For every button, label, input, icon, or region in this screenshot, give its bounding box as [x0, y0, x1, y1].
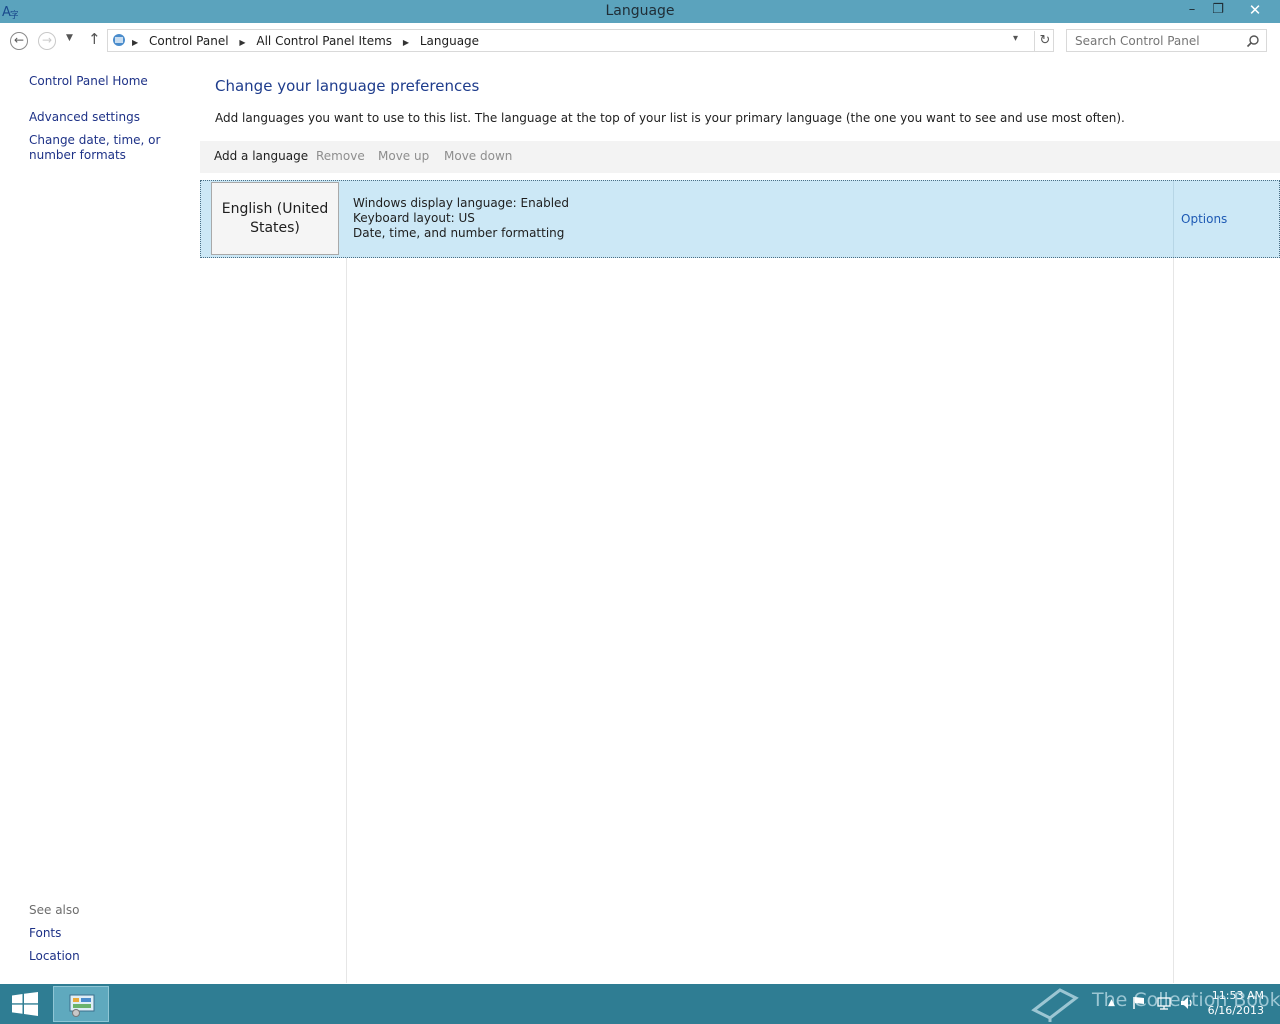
recent-locations-button[interactable]: ▼ [66, 33, 73, 43]
fonts-link[interactable]: Fonts [29, 926, 61, 941]
column-divider [346, 257, 347, 983]
clock-date: 6/16/2013 [1207, 1004, 1264, 1017]
book-watermark-icon [1031, 988, 1079, 1022]
breadcrumb-control-panel[interactable]: Control Panel [149, 34, 229, 48]
taskbar: The Collection Book ▲ 11:53 AM 6/16/2013 [0, 984, 1280, 1024]
minimize-button[interactable]: – [1180, 0, 1204, 21]
options-link[interactable]: Options [1181, 212, 1227, 226]
control-panel-icon [113, 34, 125, 46]
clock-time: 11:53 AM [1211, 989, 1264, 1002]
forward-button[interactable]: → [38, 32, 56, 50]
add-language-button[interactable]: Add a language [214, 149, 308, 163]
breadcrumb-all-items[interactable]: All Control Panel Items [256, 34, 392, 48]
page-description: Add languages you want to use to this li… [215, 111, 1125, 125]
remove-button[interactable]: Remove [316, 149, 365, 163]
change-date-formats-link[interactable]: Change date, time, or number formats [29, 133, 194, 163]
page-title: Change your language preferences [215, 77, 480, 95]
control-panel-home-link[interactable]: Control Panel Home [29, 74, 148, 89]
refresh-button[interactable]: ↻ [1034, 31, 1055, 51]
breadcrumb-language[interactable]: Language [420, 34, 479, 48]
breadcrumb-separator: ▶ [239, 38, 246, 47]
close-button[interactable]: ✕ [1232, 0, 1278, 21]
language-tile[interactable]: English (United States) [211, 182, 339, 255]
network-icon[interactable] [1157, 996, 1171, 1010]
address-dropdown-button[interactable]: ▾ [1013, 33, 1018, 44]
system-clock[interactable]: 11:53 AM 6/16/2013 [1200, 988, 1264, 1018]
action-center-flag-icon[interactable] [1132, 996, 1146, 1010]
display-language-status: Windows display language: Enabled [353, 196, 570, 210]
close-icon: ✕ [1248, 1, 1262, 19]
search-icon[interactable] [1246, 34, 1260, 48]
breadcrumb-separator: ▶ [132, 38, 139, 47]
keyboard-layout: Keyboard layout: US [353, 211, 475, 225]
row-divider [1173, 181, 1174, 257]
see-also-label: See also [29, 903, 80, 917]
search-input[interactable] [1073, 33, 1247, 49]
breadcrumb-separator: ▶ [402, 38, 409, 47]
back-button[interactable]: ← [10, 32, 28, 50]
move-up-button[interactable]: Move up [378, 149, 429, 163]
control-panel-icon [69, 994, 95, 1017]
windows-logo-icon[interactable] [12, 992, 38, 1016]
show-hidden-icons-button[interactable]: ▲ [1108, 998, 1115, 1008]
language-toolbar: Add a language Remove Move up Move down [200, 141, 1280, 173]
title-bar: A 字 Language – ❐ ✕ [0, 0, 1280, 23]
column-divider [1173, 257, 1174, 983]
up-button[interactable]: ↑ [88, 30, 101, 48]
breadcrumb: ▶ Control Panel ▶ All Control Panel Item… [132, 34, 486, 48]
window-title: Language [605, 3, 675, 19]
formatting-info: Date, time, and number formatting [353, 226, 565, 240]
search-box[interactable] [1066, 29, 1267, 52]
restore-button[interactable]: ❐ [1206, 0, 1230, 21]
refresh-icon: ↻ [1039, 33, 1051, 48]
move-down-button[interactable]: Move down [444, 149, 512, 163]
language-list-item[interactable]: English (United States) Windows display … [200, 180, 1280, 258]
location-link[interactable]: Location [29, 949, 80, 964]
language-details: Windows display language: Enabled Keyboa… [353, 196, 569, 241]
control-panel-taskbar-button[interactable] [53, 986, 109, 1022]
address-bar[interactable]: ▶ Control Panel ▶ All Control Panel Item… [107, 29, 1054, 52]
advanced-settings-link[interactable]: Advanced settings [29, 110, 140, 125]
navigation-bar: ← → ▼ ↑ ▶ Control Panel ▶ All Control Pa… [0, 23, 1280, 59]
volume-icon[interactable] [1180, 996, 1194, 1010]
